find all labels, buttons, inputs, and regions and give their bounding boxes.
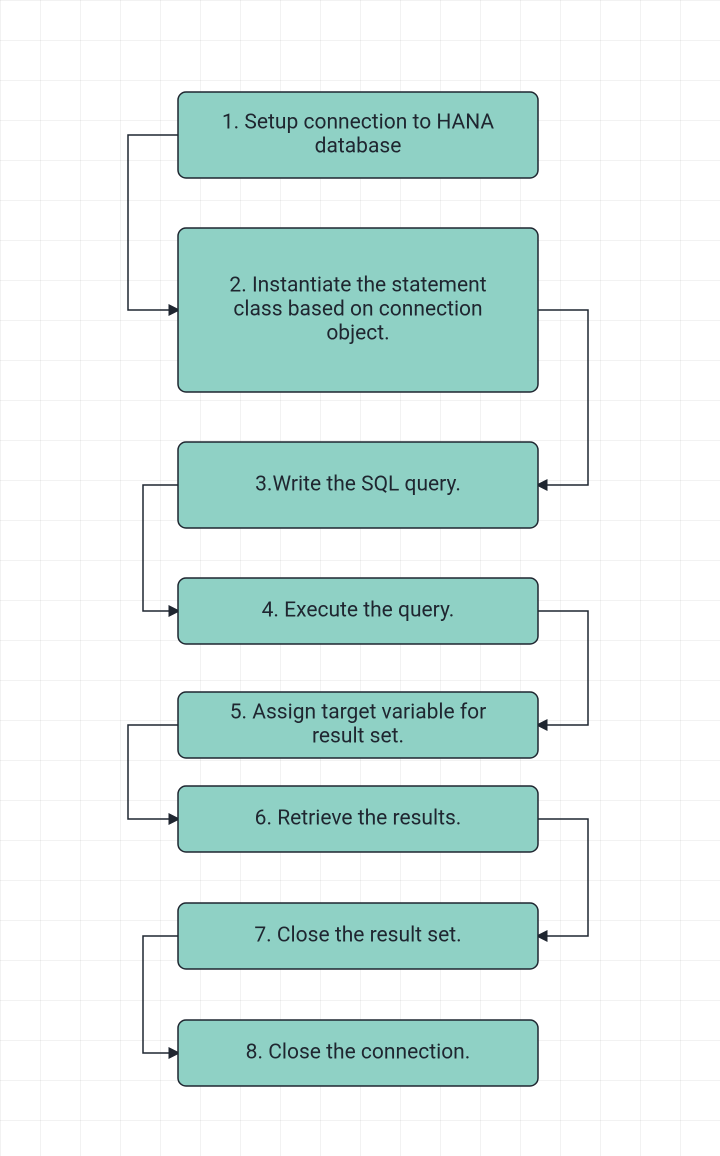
flow-step-5: 5. Assign target variable forresult set.: [178, 692, 538, 758]
connector-n7-n8: [143, 936, 178, 1053]
flow-step-label: 5. Assign target variable for: [230, 701, 487, 725]
flow-step-label: 7. Close the result set.: [254, 924, 461, 948]
connector-n6-n7: [538, 819, 588, 936]
connector-n1-n2: [128, 135, 178, 310]
flow-step-label: database: [315, 135, 402, 159]
flow-step-label: 3.Write the SQL query.: [255, 473, 461, 497]
connector-n5-n6: [128, 725, 178, 819]
flow-step-1: 1. Setup connection to HANAdatabase: [178, 92, 538, 178]
flow-step-4: 4. Execute the query.: [178, 578, 538, 644]
flow-step-8: 8. Close the connection.: [178, 1020, 538, 1086]
flow-step-label: object.: [326, 322, 389, 346]
connector-n4-n5: [538, 611, 588, 725]
connector-n3-n4: [143, 485, 178, 611]
flow-step-6: 6. Retrieve the results.: [178, 786, 538, 852]
connector-n2-n3: [538, 310, 588, 485]
flow-step-label: 2. Instantiate the statement: [229, 274, 486, 298]
flow-diagram: 1. Setup connection to HANAdatabase 2. In…: [0, 0, 720, 1156]
flow-step-label: class based on connection: [233, 298, 482, 322]
flow-step-label: 1. Setup connection to HANA: [222, 111, 495, 135]
flow-step-label: result set.: [312, 725, 404, 749]
flow-step-2: 2. Instantiate the statementclass based …: [178, 228, 538, 392]
flow-step-label: 4. Execute the query.: [262, 599, 455, 623]
flow-step-7: 7. Close the result set.: [178, 903, 538, 969]
flow-step-label: 6. Retrieve the results.: [255, 807, 462, 831]
flow-step-3: 3.Write the SQL query.: [178, 442, 538, 528]
flow-step-label: 8. Close the connection.: [246, 1041, 471, 1065]
